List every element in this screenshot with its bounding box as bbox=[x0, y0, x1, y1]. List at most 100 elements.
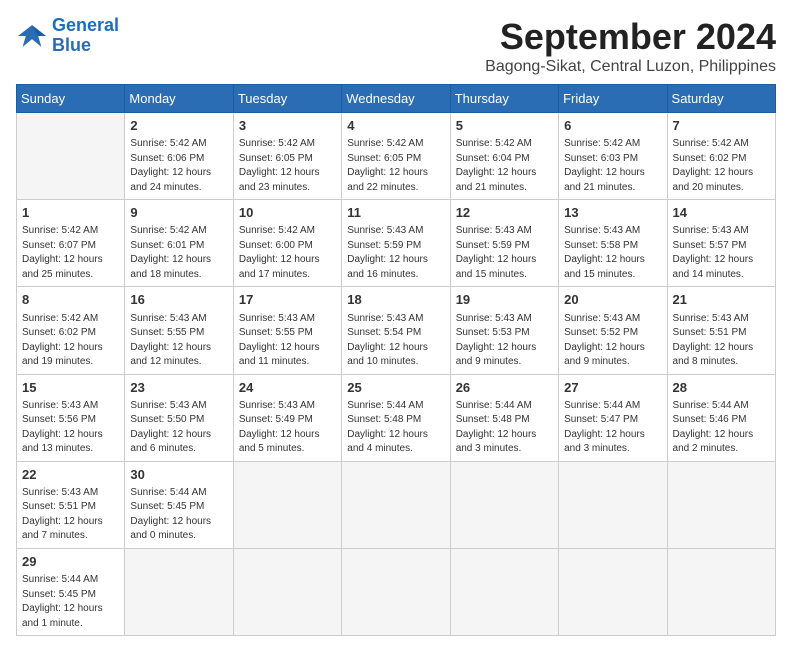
day-info: Sunrise: 5:44 AMSunset: 5:48 PMDaylight:… bbox=[456, 399, 553, 457]
calendar-day-cell: 26 Sunrise: 5:44 AMSunset: 5:48 PMDayligh… bbox=[450, 374, 558, 461]
day-number: 16 bbox=[130, 291, 227, 309]
calendar-week-row: 1Sunrise: 5:42 AMSunset: 6:07 PMDaylight… bbox=[17, 200, 776, 287]
day-info: Sunrise: 5:43 AMSunset: 5:51 PMDaylight:… bbox=[673, 312, 770, 370]
calendar-week-row: 29 Sunrise: 5:44 AMSunset: 5:45 PMDayligh… bbox=[17, 548, 776, 635]
calendar-day-cell bbox=[450, 548, 558, 635]
calendar-day-cell: 22 Sunrise: 5:43 AMSunset: 5:51 PMDayligh… bbox=[17, 461, 125, 548]
calendar-day-cell bbox=[342, 548, 450, 635]
calendar-day-cell: 14Sunrise: 5:43 AMSunset: 5:57 PMDayligh… bbox=[667, 200, 775, 287]
day-info: Sunrise: 5:43 AMSunset: 5:59 PMDaylight:… bbox=[347, 224, 444, 282]
calendar-day-cell: 28 Sunrise: 5:44 AMSunset: 5:46 PMDayligh… bbox=[667, 374, 775, 461]
day-info: Sunrise: 5:43 AMSunset: 5:51 PMDaylight:… bbox=[22, 486, 119, 544]
day-info: Sunrise: 5:42 AMSunset: 6:04 PMDaylight:… bbox=[456, 137, 553, 195]
day-number: 29 bbox=[22, 553, 119, 571]
day-info: Sunrise: 5:42 AMSunset: 6:02 PMDaylight:… bbox=[22, 312, 119, 370]
calendar-day-cell: 16 Sunrise: 5:43 AMSunset: 5:55 PMDayligh… bbox=[125, 287, 233, 374]
day-number: 5 bbox=[456, 117, 553, 135]
day-number: 28 bbox=[673, 379, 770, 397]
location: Bagong-Sikat, Central Luzon, Philippines bbox=[485, 58, 776, 76]
day-number: 9 bbox=[130, 204, 227, 222]
calendar-day-cell: 20 Sunrise: 5:43 AMSunset: 5:52 PMDayligh… bbox=[559, 287, 667, 374]
calendar-day-cell: 30Sunrise: 5:44 AMSunset: 5:45 PMDayligh… bbox=[125, 461, 233, 548]
day-info: Sunrise: 5:43 AMSunset: 5:55 PMDaylight:… bbox=[130, 312, 227, 370]
calendar-day-cell: 17Sunrise: 5:43 AMSunset: 5:55 PMDayligh… bbox=[233, 287, 341, 374]
calendar-day-cell: 1Sunrise: 5:42 AMSunset: 6:07 PMDaylight… bbox=[17, 200, 125, 287]
calendar-day-cell: 3 Sunrise: 5:42 AMSunset: 6:05 PMDaylight… bbox=[233, 113, 341, 200]
calendar-day-cell: 7Sunrise: 5:42 AMSunset: 6:02 PMDaylight… bbox=[667, 113, 775, 200]
day-info: Sunrise: 5:42 AMSunset: 6:01 PMDaylight:… bbox=[130, 224, 227, 282]
day-number: 6 bbox=[564, 117, 661, 135]
day-number: 3 bbox=[239, 117, 336, 135]
calendar-day-cell: 2Sunrise: 5:42 AMSunset: 6:06 PMDaylight… bbox=[125, 113, 233, 200]
day-info: Sunrise: 5:42 AMSunset: 6:05 PMDaylight:… bbox=[239, 137, 336, 195]
weekday-header: Monday bbox=[125, 85, 233, 113]
calendar-day-cell: 19Sunrise: 5:43 AMSunset: 5:53 PMDayligh… bbox=[450, 287, 558, 374]
day-number: 20 bbox=[564, 291, 661, 309]
weekday-header: Tuesday bbox=[233, 85, 341, 113]
weekday-header: Saturday bbox=[667, 85, 775, 113]
calendar-day-cell bbox=[342, 461, 450, 548]
day-number: 4 bbox=[347, 117, 444, 135]
day-info: Sunrise: 5:44 AMSunset: 5:45 PMDaylight:… bbox=[22, 573, 119, 631]
day-info: Sunrise: 5:43 AMSunset: 5:52 PMDaylight:… bbox=[564, 312, 661, 370]
day-info: Sunrise: 5:44 AMSunset: 5:47 PMDaylight:… bbox=[564, 399, 661, 457]
day-number: 25 bbox=[347, 379, 444, 397]
day-info: Sunrise: 5:43 AMSunset: 5:49 PMDaylight:… bbox=[239, 399, 336, 457]
day-info: Sunrise: 5:44 AMSunset: 5:48 PMDaylight:… bbox=[347, 399, 444, 457]
day-info: Sunrise: 5:42 AMSunset: 6:05 PMDaylight:… bbox=[347, 137, 444, 195]
calendar-day-cell bbox=[559, 548, 667, 635]
day-number: 13 bbox=[564, 204, 661, 222]
calendar-day-cell bbox=[667, 461, 775, 548]
calendar-day-cell: 12 Sunrise: 5:43 AMSunset: 5:59 PMDayligh… bbox=[450, 200, 558, 287]
calendar-day-cell: 27 Sunrise: 5:44 AMSunset: 5:47 PMDayligh… bbox=[559, 374, 667, 461]
calendar-day-cell: 6 Sunrise: 5:42 AMSunset: 6:03 PMDaylight… bbox=[559, 113, 667, 200]
day-info: Sunrise: 5:43 AMSunset: 5:50 PMDaylight:… bbox=[130, 399, 227, 457]
day-info: Sunrise: 5:42 AMSunset: 6:03 PMDaylight:… bbox=[564, 137, 661, 195]
calendar-day-cell bbox=[667, 548, 775, 635]
day-number: 15 bbox=[22, 379, 119, 397]
calendar-day-cell bbox=[125, 548, 233, 635]
page-header: General Blue September 2024 Bagong-Sikat… bbox=[16, 16, 776, 76]
weekday-header: Thursday bbox=[450, 85, 558, 113]
day-number: 10 bbox=[239, 204, 336, 222]
day-info: Sunrise: 5:43 AMSunset: 5:59 PMDaylight:… bbox=[456, 224, 553, 282]
day-number: 21 bbox=[673, 291, 770, 309]
calendar-day-cell: 15 Sunrise: 5:43 AMSunset: 5:56 PMDayligh… bbox=[17, 374, 125, 461]
calendar-day-cell: 24 Sunrise: 5:43 AMSunset: 5:49 PMDayligh… bbox=[233, 374, 341, 461]
logo: General Blue bbox=[16, 16, 119, 56]
day-number: 7 bbox=[673, 117, 770, 135]
day-number: 30 bbox=[130, 466, 227, 484]
calendar-day-cell: 13Sunrise: 5:43 AMSunset: 5:58 PMDayligh… bbox=[559, 200, 667, 287]
day-info: Sunrise: 5:43 AMSunset: 5:56 PMDaylight:… bbox=[22, 399, 119, 457]
calendar-day-cell: 8 Sunrise: 5:42 AMSunset: 6:02 PMDaylight… bbox=[17, 287, 125, 374]
calendar-day-cell: 4 Sunrise: 5:42 AMSunset: 6:05 PMDaylight… bbox=[342, 113, 450, 200]
calendar-week-row: 2Sunrise: 5:42 AMSunset: 6:06 PMDaylight… bbox=[17, 113, 776, 200]
calendar-week-row: 8 Sunrise: 5:42 AMSunset: 6:02 PMDaylight… bbox=[17, 287, 776, 374]
day-info: Sunrise: 5:43 AMSunset: 5:57 PMDaylight:… bbox=[673, 224, 770, 282]
calendar-day-cell bbox=[559, 461, 667, 548]
calendar-day-cell: 11 Sunrise: 5:43 AMSunset: 5:59 PMDayligh… bbox=[342, 200, 450, 287]
day-number: 22 bbox=[22, 466, 119, 484]
day-number: 12 bbox=[456, 204, 553, 222]
day-number: 26 bbox=[456, 379, 553, 397]
calendar-day-cell: 18 Sunrise: 5:43 AMSunset: 5:54 PMDayligh… bbox=[342, 287, 450, 374]
day-number: 17 bbox=[239, 291, 336, 309]
calendar-day-cell bbox=[17, 113, 125, 200]
day-number: 27 bbox=[564, 379, 661, 397]
calendar-week-row: 15 Sunrise: 5:43 AMSunset: 5:56 PMDayligh… bbox=[17, 374, 776, 461]
day-info: Sunrise: 5:44 AMSunset: 5:46 PMDaylight:… bbox=[673, 399, 770, 457]
calendar-day-cell: 25 Sunrise: 5:44 AMSunset: 5:48 PMDayligh… bbox=[342, 374, 450, 461]
day-number: 8 bbox=[22, 291, 119, 309]
month-title: September 2024 bbox=[485, 16, 776, 58]
calendar-header-row: SundayMondayTuesdayWednesdayThursdayFrid… bbox=[17, 85, 776, 113]
day-info: Sunrise: 5:42 AMSunset: 6:06 PMDaylight:… bbox=[130, 137, 227, 195]
day-number: 24 bbox=[239, 379, 336, 397]
day-number: 18 bbox=[347, 291, 444, 309]
calendar-day-cell: 23 Sunrise: 5:43 AMSunset: 5:50 PMDayligh… bbox=[125, 374, 233, 461]
weekday-header: Sunday bbox=[17, 85, 125, 113]
day-info: Sunrise: 5:43 AMSunset: 5:54 PMDaylight:… bbox=[347, 312, 444, 370]
day-number: 23 bbox=[130, 379, 227, 397]
day-info: Sunrise: 5:42 AMSunset: 6:07 PMDaylight:… bbox=[22, 224, 119, 282]
day-number: 11 bbox=[347, 204, 444, 222]
title-block: September 2024 Bagong-Sikat, Central Luz… bbox=[485, 16, 776, 76]
